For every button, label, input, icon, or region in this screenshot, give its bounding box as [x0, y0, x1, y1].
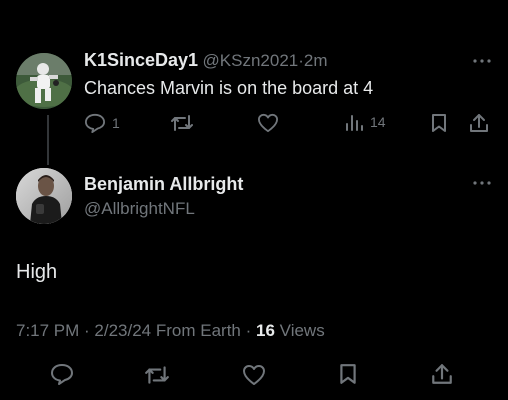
- bookmark-icon: [338, 363, 358, 385]
- display-name[interactable]: K1SinceDay1: [84, 50, 198, 70]
- share-button[interactable]: [468, 112, 490, 134]
- reply-header: K1SinceDay1 @KSzn2021·2m: [84, 50, 328, 71]
- tweet-text: Chances Marvin is on the board at 4: [84, 78, 374, 98]
- tweet-text: High: [16, 261, 58, 283]
- tweet-time[interactable]: 2m: [304, 51, 328, 70]
- handle[interactable]: @KSzn2021: [203, 51, 299, 70]
- views-count: 14: [370, 114, 386, 130]
- share-icon: [430, 362, 454, 386]
- reply-count: 1: [112, 115, 120, 131]
- retweet-button[interactable]: [144, 364, 170, 386]
- reply-button[interactable]: 1: [84, 113, 120, 133]
- timestamp[interactable]: 7:17 PM · 2/23/24 From Earth ·: [16, 321, 251, 340]
- display-name[interactable]: Benjamin Allbright: [84, 174, 243, 195]
- views-count: 16: [256, 321, 275, 340]
- views-icon: [344, 113, 364, 131]
- avatar-image: [16, 168, 72, 224]
- reply-icon: [84, 113, 106, 133]
- like-button[interactable]: [242, 364, 266, 386]
- views-label: Views: [279, 321, 325, 340]
- retweet-icon: [170, 113, 194, 133]
- like-icon: [242, 364, 266, 386]
- share-icon: [468, 112, 490, 134]
- reply-button[interactable]: [50, 363, 74, 385]
- like-button[interactable]: [257, 113, 279, 133]
- share-button[interactable]: [430, 362, 454, 386]
- reply-icon: [50, 363, 74, 385]
- retweet-button[interactable]: [170, 113, 194, 133]
- tweet-meta: 7:17 PM · 2/23/24 From Earth · 16 Views: [16, 321, 325, 341]
- like-icon: [257, 113, 279, 133]
- retweet-icon: [144, 364, 170, 386]
- bookmark-button[interactable]: [430, 113, 448, 133]
- more-icon[interactable]: [472, 180, 492, 186]
- bookmark-button[interactable]: [338, 363, 358, 385]
- avatar-image: [16, 53, 72, 109]
- handle[interactable]: @AllbrightNFL: [84, 199, 195, 219]
- thread-line: [47, 115, 49, 165]
- avatar[interactable]: [16, 53, 72, 109]
- views-button[interactable]: 14: [344, 113, 386, 131]
- more-icon[interactable]: [472, 58, 492, 64]
- bookmark-icon: [430, 113, 448, 133]
- avatar[interactable]: [16, 168, 72, 224]
